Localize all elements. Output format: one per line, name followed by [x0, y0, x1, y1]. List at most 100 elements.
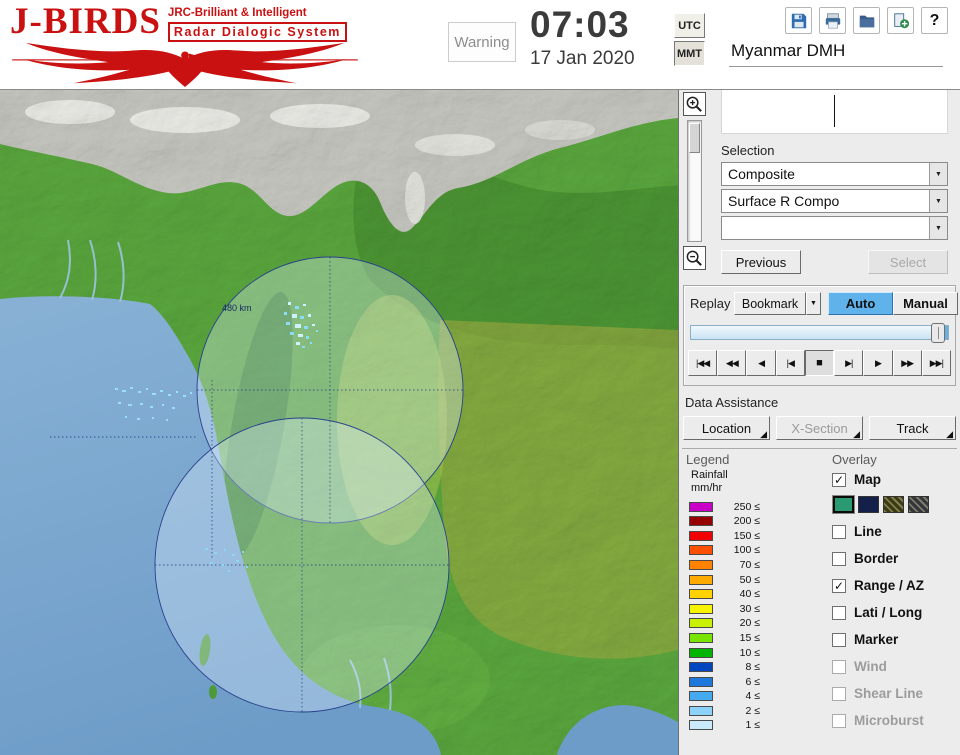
legend-row: 200 ≤ — [689, 514, 830, 529]
legend-swatch — [689, 647, 713, 658]
legend-swatch — [689, 618, 713, 629]
export-icon — [893, 12, 909, 28]
control-panel: Selection Composite ▼ Surface R Compo ▼ … — [678, 90, 960, 755]
overlay-item-microburst[interactable]: Microburst — [832, 710, 957, 731]
map-checkbox[interactable]: ✓ — [832, 472, 846, 487]
legend-row: 4 ≤ — [689, 689, 830, 704]
location-button[interactable]: Location ◢ — [683, 416, 770, 440]
xsection-button[interactable]: X-Section ◢ — [776, 416, 863, 440]
eagle-icon — [12, 42, 358, 88]
selection-actions: Previous Select — [721, 250, 948, 274]
auto-button[interactable]: Auto — [828, 292, 893, 315]
legend-swatch — [689, 501, 713, 512]
logo: J-BIRDS JRC-Brilliant & Intelligent Rada… — [0, 0, 372, 89]
text-cursor — [834, 95, 835, 127]
range-az-checkbox[interactable]: ✓ — [832, 578, 846, 593]
legend-swatch — [689, 545, 713, 556]
bookmark-button[interactable]: Bookmark — [734, 292, 806, 315]
lati-long-checkbox[interactable] — [832, 605, 846, 620]
chevron-down-icon[interactable]: ▼ — [929, 190, 947, 212]
play-button[interactable]: ▶ — [863, 350, 893, 376]
legend-swatch — [689, 530, 713, 541]
bookmark-dropdown-icon[interactable]: ▼ — [806, 292, 821, 315]
data-assistance-section: Data Assistance Location ◢ X-Section ◢ T… — [683, 395, 956, 440]
overlay-item-shear-line[interactable]: Shear Line — [832, 683, 957, 704]
fast-forward-button[interactable]: ▶▶ — [892, 350, 922, 376]
step-forward-button[interactable]: ▶| — [834, 350, 864, 376]
legend-swatch — [689, 720, 713, 731]
chevron-down-icon[interactable]: ▼ — [929, 217, 947, 239]
chevron-down-icon[interactable]: ▼ — [929, 163, 947, 185]
radar-map[interactable]: 480 km — [0, 90, 678, 755]
overlay-item-line[interactable]: Line — [832, 521, 957, 542]
manual-button[interactable]: Manual — [893, 292, 958, 315]
track-button[interactable]: Track ◢ — [869, 416, 956, 440]
thumb-ridge — [938, 327, 939, 339]
shear-line-checkbox[interactable] — [832, 686, 846, 701]
overlay-item-range-az[interactable]: ✓ Range / AZ — [832, 575, 957, 596]
range-label: 480 km — [222, 303, 252, 313]
wind-checkbox[interactable] — [832, 659, 846, 674]
timeline-thumb[interactable] — [931, 323, 945, 343]
overlay-item-lati-long[interactable]: Lati / Long — [832, 602, 957, 623]
legend-row: 15 ≤ — [689, 631, 830, 646]
map-style-swatch[interactable] — [908, 496, 929, 513]
clock: 07:03 17 Jan 2020 — [530, 4, 662, 89]
toolbar: ? — [785, 7, 948, 34]
export-button[interactable] — [887, 7, 914, 34]
legend-row: 40 ≤ — [689, 587, 830, 602]
map-style-swatch[interactable] — [858, 496, 879, 513]
extra-dropdown[interactable]: ▼ — [721, 216, 948, 240]
save-button[interactable] — [785, 7, 812, 34]
legend-row: 250 ≤ — [689, 499, 830, 514]
main: 480 km Selection Composite ▼ Surface R C… — [0, 90, 960, 755]
zoom-controls — [681, 92, 707, 270]
legend-swatch — [689, 705, 713, 716]
bookmark-split-button: Bookmark ▼ — [734, 292, 821, 315]
mmt-button[interactable]: MMT — [674, 41, 705, 66]
logo-subtitle: JRC-Brilliant & Intelligent Radar Dialog… — [167, 6, 347, 43]
overlay-item-map[interactable]: ✓ Map — [832, 469, 957, 490]
warning-button[interactable]: Warning — [448, 22, 516, 62]
line-checkbox[interactable] — [832, 524, 846, 539]
previous-button[interactable]: Previous — [721, 250, 801, 274]
legend-row: 30 ≤ — [689, 601, 830, 616]
map-style-swatch[interactable] — [832, 495, 855, 514]
stop-button[interactable]: ■ — [804, 350, 835, 376]
map-area[interactable]: 480 km — [0, 90, 678, 755]
zoom-slider-thumb[interactable] — [688, 123, 700, 153]
legend-row: 8 ≤ — [689, 660, 830, 675]
map-style-swatch[interactable] — [883, 496, 904, 513]
print-icon — [825, 12, 840, 29]
save-icon — [791, 13, 806, 28]
utc-button[interactable]: UTC — [674, 13, 705, 38]
open-folder-button[interactable] — [853, 7, 880, 34]
play-reverse-button[interactable]: ◀ — [746, 350, 776, 376]
legend-row: 100 ≤ — [689, 543, 830, 558]
skip-end-button[interactable]: ▶▶| — [921, 350, 951, 376]
overlay-item-marker[interactable]: Marker — [832, 629, 957, 650]
step-back-button[interactable]: |◀ — [775, 350, 805, 376]
composite-dropdown[interactable]: Composite ▼ — [721, 162, 948, 186]
fast-rewind-button[interactable]: ◀◀ — [717, 350, 747, 376]
replay-label: Replay — [690, 296, 731, 311]
zoom-out-button[interactable] — [682, 246, 706, 270]
border-checkbox[interactable] — [832, 551, 846, 566]
clock-time: 07:03 — [530, 4, 630, 45]
replay-timeline-slider[interactable] — [690, 323, 949, 343]
print-button[interactable] — [819, 7, 846, 34]
select-button[interactable]: Select — [868, 250, 948, 274]
zoom-in-button[interactable] — [682, 92, 706, 116]
microburst-checkbox[interactable] — [832, 713, 846, 728]
overlay-item-wind[interactable]: Wind — [832, 656, 957, 677]
help-button[interactable]: ? — [921, 7, 948, 34]
overlay-item-border[interactable]: Border — [832, 548, 957, 569]
marker-checkbox[interactable] — [832, 632, 846, 647]
playback-controls: |◀◀ ◀◀ ◀ |◀ ■ ▶| ▶ ▶▶ ▶▶| — [688, 350, 951, 376]
skip-start-button[interactable]: |◀◀ — [688, 350, 718, 376]
zoom-slider[interactable] — [686, 120, 702, 242]
legend-swatch — [689, 676, 713, 687]
product-dropdown[interactable]: Surface R Compo ▼ — [721, 189, 948, 213]
station-textbox[interactable] — [721, 90, 948, 134]
legend-row: 70 ≤ — [689, 558, 830, 573]
